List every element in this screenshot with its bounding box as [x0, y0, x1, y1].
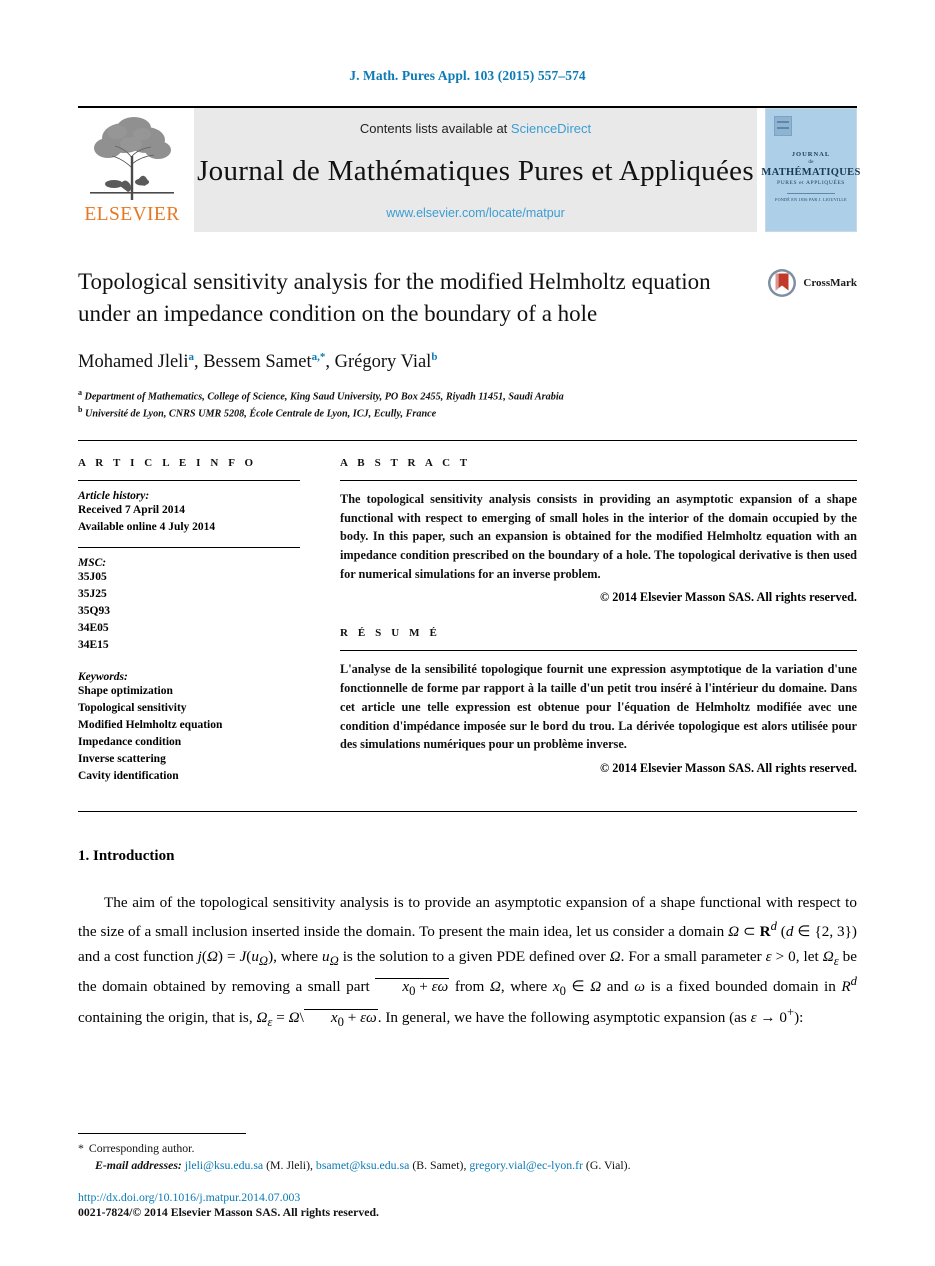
email-label: E-mail addresses: [95, 1158, 182, 1173]
elsevier-logo: ELSEVIER [78, 108, 186, 232]
keywords-label: Keywords: [78, 671, 128, 684]
author-list: Mohamed Jlelia, Bessem Sameta,*, Grégory… [78, 351, 438, 373]
email-end: . [627, 1158, 631, 1173]
msc-divider [78, 547, 300, 549]
title-area: Topological sensitivity analysis for the… [78, 266, 857, 422]
keyword-item: Inverse scattering [78, 753, 166, 766]
corresponding-author-text: Corresponding author. [88, 1140, 195, 1155]
crossmark-label: CrossMark [803, 277, 857, 289]
email-link-jleli[interactable]: jleli@ksu.edu.sa [185, 1158, 263, 1172]
msc-code: 34E05 [78, 622, 109, 635]
cover-line-2: de [808, 159, 814, 166]
corresponding-author-marker: * [78, 1140, 84, 1155]
msc-code: 35J05 [78, 571, 107, 584]
email-addresses-line: E-mail addresses: jleli@ksu.edu.sa (M. J… [95, 1157, 857, 1175]
article-info-divider [78, 480, 300, 481]
keyword-item: Impedance condition [78, 736, 182, 749]
resume-divider [340, 650, 857, 652]
keyword-item: Shape optimization [78, 685, 173, 698]
article-history-received: Received 7 April 2014 [78, 504, 185, 516]
email-link-samet[interactable]: bsamet@ksu.edu.sa [316, 1158, 409, 1172]
contents-prefix: Contents lists available at [359, 121, 508, 136]
resume-copyright: © 2014 Elsevier Masson SAS. All rights r… [599, 760, 857, 775]
abstract-divider [340, 480, 857, 481]
introduction-paragraph: The aim of the topological sensitivity a… [78, 894, 857, 1029]
abstract-column: A B S T R A C T The topological sensitiv… [340, 457, 857, 785]
corresponding-author-note: * Corresponding author. [78, 1140, 857, 1158]
resume-heading: R É S U M É [340, 627, 441, 640]
journal-homepage-link[interactable]: www.elsevier.com/locate/matpur [386, 206, 565, 220]
affiliation-text-b: Université de Lyon, CNRS UMR 5208, École… [85, 408, 437, 420]
affiliation-b: b Université de Lyon, CNRS UMR 5208, Éco… [78, 404, 857, 422]
email-link-vial[interactable]: gregory.vial@ec-lyon.fr [469, 1158, 583, 1172]
cover-divider [787, 193, 835, 194]
email-owner-samet: (B. Samet) [412, 1158, 464, 1173]
affiliation-marker-b: b [78, 405, 83, 415]
cover-line-5: FONDÉ EN 1836 PAR J. LIOUVILLE [775, 197, 847, 202]
issn-copyright-line: 0021-7824/© 2014 Elsevier Masson SAS. Al… [78, 1205, 379, 1219]
cover-emblem-icon [774, 116, 792, 136]
cover-text-block: JOURNAL de MATHÉMATIQUES PURES et APPLIQ… [761, 151, 860, 202]
email-sep: , [310, 1158, 313, 1173]
sciencedirect-link[interactable]: ScienceDirect [511, 121, 591, 136]
footnote-divider [78, 1132, 246, 1134]
keyword-item: Topological sensitivity [78, 702, 187, 715]
elsevier-wordmark: ELSEVIER [84, 204, 180, 225]
affiliation-a: a Department of Mathematics, College of … [78, 387, 857, 405]
abstract-copyright: © 2014 Elsevier Masson SAS. All rights r… [599, 590, 857, 605]
page-title: Topological sensitivity analysis for the… [78, 269, 711, 326]
keywords-block: Keywords: Shape optimization Topological… [78, 671, 300, 785]
cover-line-4: PURES et APPLIQUÉES [777, 180, 845, 187]
msc-code: 35J25 [78, 588, 107, 601]
affiliation-text-a: Department of Mathematics, College of Sc… [84, 391, 564, 403]
crossmark-icon [768, 269, 797, 297]
abstract-text: The topological sensitivity analysis con… [340, 492, 857, 581]
cover-line-1: JOURNAL [791, 151, 831, 158]
doi-link[interactable]: http://dx.doi.org/10.1016/j.matpur.2014.… [78, 1190, 857, 1205]
msc-block: MSC: 35J05 35J25 35Q93 34E05 34E15 [78, 557, 300, 654]
running-head: J. Math. Pures Appl. 103 (2015) 557–574 [349, 68, 586, 83]
body-top-divider [78, 811, 857, 813]
affiliation-marker-a: a [78, 387, 82, 397]
journal-masthead: ELSEVIER Contents lists available at Sci… [78, 106, 860, 232]
crossmark-badge[interactable]: CrossMark [767, 268, 857, 298]
page-footer: * Corresponding author. E-mail addresses:… [78, 1132, 857, 1220]
email-owner-jleli: (M. Jleli) [266, 1158, 311, 1173]
contents-available-line: Contents lists available at ScienceDirec… [360, 121, 591, 136]
article-info-column: A R T I C L E I N F O Article history: R… [78, 457, 300, 785]
article-page: J. Math. Pures Appl. 103 (2015) 557–574 [0, 0, 935, 1266]
keyword-item: Cavity identification [78, 770, 179, 783]
keyword-item: Modified Helmholtz equation [78, 719, 223, 732]
msc-code: 34E15 [78, 639, 109, 652]
elsevier-tree-icon [84, 112, 180, 204]
cover-line-3: MATHÉMATIQUES [761, 167, 861, 178]
msc-label: MSC: [78, 557, 107, 570]
info-abstract-columns: A R T I C L E I N F O Article history: R… [78, 441, 857, 785]
journal-band: Contents lists available at ScienceDirec… [194, 108, 757, 232]
resume-text: L'analyse de la sensibilité topologique … [340, 662, 857, 752]
article-history-online: Available online 4 July 2014 [78, 521, 216, 534]
article-history-label: Article history: [78, 490, 150, 502]
section-heading-introduction: 1. Introduction [78, 848, 175, 865]
article-info-heading: A R T I C L E I N F O [78, 457, 257, 469]
affiliation-list: a Department of Mathematics, College of … [78, 387, 857, 422]
msc-code: 35Q93 [78, 605, 110, 618]
email-sep: , [463, 1158, 467, 1173]
email-owner-vial: (G. Vial) [585, 1158, 628, 1173]
journal-cover-thumbnail: JOURNAL de MATHÉMATIQUES PURES et APPLIQ… [761, 108, 860, 232]
journal-title: Journal de Mathématiques Pures et Appliq… [197, 154, 754, 187]
abstract-heading: A B S T R A C T [340, 457, 471, 469]
